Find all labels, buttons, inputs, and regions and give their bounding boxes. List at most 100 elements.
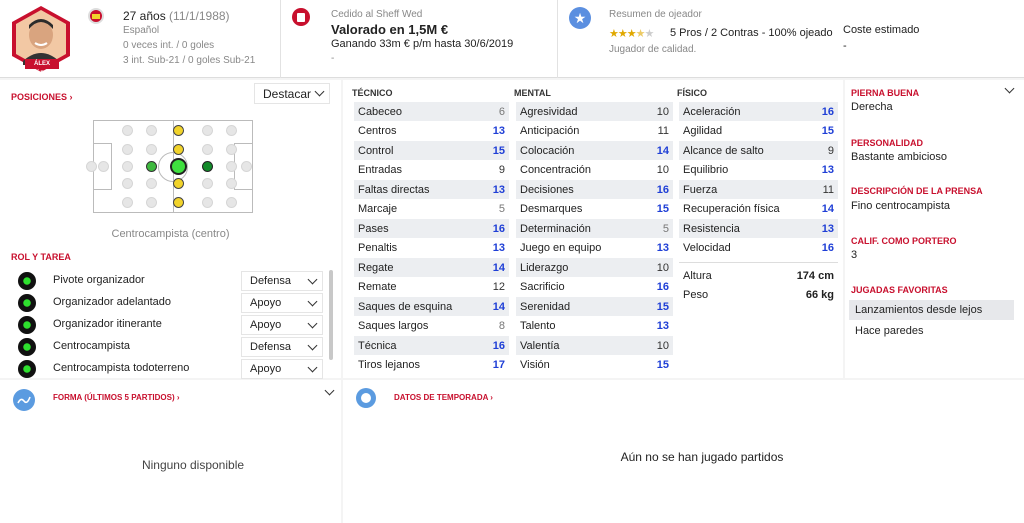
attribute-value: 6 [498, 105, 505, 118]
attribute-row[interactable]: Alcance de salto 9 [679, 141, 838, 160]
attribute-value: 13 [821, 164, 834, 176]
attribute-name: Velocidad [683, 242, 731, 254]
attribute-row[interactable]: Agresividad 10 [516, 102, 673, 121]
personality-header: PERSONALIDAD [851, 138, 924, 148]
attribute-row[interactable]: Remate 12 [354, 278, 509, 297]
attribute-row[interactable]: Entradas 9 [354, 161, 509, 180]
contract-extra: - [331, 53, 335, 64]
duty-dropdown[interactable]: Defensa [241, 271, 323, 291]
attribute-value: 16 [492, 339, 505, 352]
attribute-row[interactable]: Decisiones 16 [516, 180, 673, 199]
attribute-row[interactable]: Saques largos 8 [354, 317, 509, 336]
player-caps: 0 veces int. / 0 goles [123, 40, 215, 51]
list-item[interactable]: Lanzamientos desde lejos [849, 300, 1014, 320]
role-name: Centrocampista todoterreno [53, 362, 190, 374]
player-nationality: Español [123, 25, 160, 36]
highlight-dropdown[interactable]: Destacar [254, 83, 330, 104]
attribute-name: Aceleración [683, 105, 741, 118]
chevron-down-icon [307, 340, 318, 350]
attribute-value: 13 [492, 125, 505, 137]
season-header[interactable]: DATOS DE TEMPORADA › [394, 393, 493, 402]
attribute-row[interactable]: Colocación 14 [516, 141, 673, 160]
attribute-row[interactable]: Agilidad 15 [679, 122, 838, 141]
attribute-row[interactable]: Tiros lejanos 17 [354, 356, 509, 375]
attribute-row[interactable]: Desmarques 15 [516, 200, 673, 219]
duty-value: Defensa [250, 275, 291, 287]
attribute-row[interactable]: Faltas directas 13 [354, 180, 509, 199]
list-item[interactable]: Hace paredes [849, 321, 1014, 341]
attribute-row[interactable]: Visión 15 [516, 356, 673, 375]
attribute-row[interactable]: Equilibrio 13 [679, 161, 838, 180]
attribute-row[interactable]: Pases 16 [354, 219, 509, 238]
attribute-row[interactable]: Aceleración 16 [679, 102, 838, 121]
role-icon [18, 338, 36, 356]
role-list-scrollbar[interactable] [329, 270, 333, 360]
role-name: Organizador itinerante [53, 318, 162, 330]
role-icon [18, 272, 36, 290]
attribute-row[interactable]: Penaltis 13 [354, 239, 509, 258]
attribute-row[interactable]: Centros 13 [354, 122, 509, 141]
attribute-name: Marcaje [358, 203, 398, 215]
mental-attributes: Agresividad 10 Anticipación 11 Colocación 14 C… [516, 102, 673, 376]
attribute-row[interactable]: Saques de esquina 14 [354, 297, 509, 316]
chevron-down-icon [307, 274, 318, 284]
attribute-name: Anticipación [520, 125, 580, 137]
form-chart-icon [13, 389, 35, 411]
attribute-row[interactable]: Sacrificio 16 [516, 278, 673, 297]
attribute-value: 16 [656, 281, 669, 293]
attribute-row[interactable]: Cabeceo 6 [354, 102, 509, 121]
chevron-down-icon[interactable] [1004, 83, 1015, 94]
attribute-value: 15 [821, 125, 834, 137]
attribute-value: 15 [656, 300, 669, 313]
chevron-down-icon[interactable] [324, 385, 335, 396]
attribute-value: 16 [821, 242, 834, 254]
foot-header: PIERNA BUENA [851, 88, 920, 98]
attribute-value: 13 [821, 222, 834, 235]
attribute-name: Determinación [520, 222, 591, 235]
scout-summary: 5 Pros / 2 Contras - 100% ojeado [670, 27, 833, 39]
attribute-name: Fuerza [683, 183, 718, 196]
duty-dropdown[interactable]: Apoyo [241, 359, 323, 379]
attribute-row[interactable]: Fuerza 11 [679, 180, 838, 199]
attribute-value: 16 [656, 183, 669, 196]
loan-status[interactable]: Cedido al Sheff Wed [331, 9, 422, 20]
physical-header: FÍSICO [677, 88, 708, 98]
attribute-name: Colocación [520, 144, 575, 157]
attribute-row[interactable]: Concentración 10 [516, 161, 673, 180]
scout-title[interactable]: Resumen de ojeador [609, 9, 702, 20]
duty-dropdown[interactable]: Defensa [241, 337, 323, 357]
height-label: Altura [683, 269, 712, 282]
attribute-row[interactable]: Valentía 10 [516, 336, 673, 355]
attribute-row[interactable]: Técnica 16 [354, 336, 509, 355]
roles-header: ROL Y TAREA [11, 252, 71, 262]
attribute-row[interactable]: Control 15 [354, 141, 509, 160]
attribute-row[interactable]: Regate 14 [354, 258, 509, 277]
player-portrait[interactable]: ÁLEX LÓPEZ [7, 5, 75, 77]
attribute-row[interactable]: Marcaje 5 [354, 200, 509, 219]
attribute-row[interactable]: Liderazgo 10 [516, 258, 673, 277]
attribute-name: Faltas directas [358, 183, 430, 196]
duty-dropdown[interactable]: Apoyo [241, 315, 323, 335]
attribute-row[interactable]: Determinación 5 [516, 219, 673, 238]
attribute-name: Técnica [358, 339, 397, 352]
foot-value: Derecha [851, 101, 893, 113]
form-header[interactable]: FORMA (ÚLTIMOS 5 PARTIDOS) › [53, 393, 180, 402]
duty-dropdown[interactable]: Apoyo [241, 293, 323, 313]
role-name: Centrocampista [53, 340, 131, 352]
attribute-value: 9 [498, 164, 505, 176]
attribute-row[interactable]: Serenidad 15 [516, 297, 673, 316]
attribute-name: Valentía [520, 339, 560, 352]
attribute-row[interactable]: Velocidad 16 [679, 239, 838, 258]
attribute-value: 12 [492, 281, 505, 293]
attribute-row[interactable]: Juego en equipo 13 [516, 239, 673, 258]
attribute-row[interactable]: Talento 13 [516, 317, 673, 336]
move-name: Hace paredes [855, 325, 924, 337]
positions-header[interactable]: POSICIONES › [11, 92, 73, 102]
attribute-name: Regate [358, 261, 394, 274]
season-empty-message: Aún no se han jugado partidos [620, 450, 784, 464]
attribute-row[interactable]: Anticipación 11 [516, 122, 673, 141]
attribute-value: 14 [821, 203, 834, 215]
attribute-row[interactable]: Recuperación física 14 [679, 200, 838, 219]
player-wage: Ganando 33m € p/m hasta 30/6/2019 [331, 38, 514, 50]
attribute-row[interactable]: Resistencia 13 [679, 219, 838, 238]
